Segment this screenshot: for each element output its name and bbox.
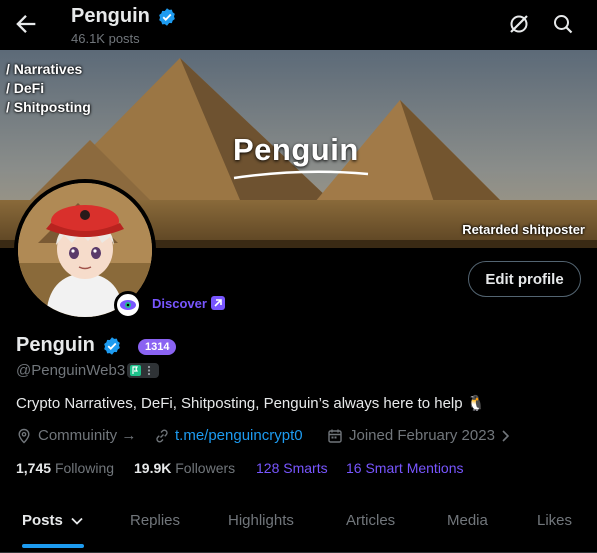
page-title: Penguin <box>71 5 150 27</box>
banner-tags: / Narratives / DeFi / Shitposting <box>6 60 91 117</box>
followers-label: Followers <box>175 460 236 476</box>
link-icon <box>156 429 168 443</box>
profile-join-date: Joined February 2023 <box>349 427 495 444</box>
profile-website-link[interactable]: t.me/penguincrypt0 <box>175 427 303 444</box>
active-tab-indicator <box>22 544 84 548</box>
followers-count: 19.9K <box>134 460 172 476</box>
tab-articles[interactable]: Articles <box>346 512 395 529</box>
tab-replies[interactable]: Replies <box>130 512 180 529</box>
handle-badge-chip[interactable] <box>127 363 159 378</box>
following-stat[interactable]: 1,745 Following <box>16 460 114 476</box>
followers-stat[interactable]: 19.9K Followers <box>134 460 235 476</box>
profile-location: Commuinity → <box>38 427 137 444</box>
profile-handle: @PenguinWeb3 <box>16 362 126 379</box>
tab-posts[interactable]: Posts <box>22 512 84 529</box>
smart-mentions-link[interactable]: 16 Smart Mentions <box>346 460 464 476</box>
tab-highlights[interactable]: Highlights <box>228 512 294 529</box>
header-title-row: Penguin <box>71 5 177 28</box>
discover-link[interactable]: Discover <box>152 296 207 311</box>
back-arrow-icon[interactable] <box>12 10 40 38</box>
external-link-icon[interactable] <box>211 296 225 310</box>
verified-badge-icon <box>104 336 121 355</box>
profile-name: Penguin <box>16 334 95 356</box>
eye-badge-icon[interactable] <box>114 291 142 319</box>
grok-icon[interactable] <box>507 12 531 36</box>
profile-tabs: Posts Replies Highlights Articles Media … <box>0 500 597 553</box>
calendar-icon <box>328 429 342 443</box>
banner-tag: / DeFi <box>6 80 45 96</box>
banner-title: Penguin <box>233 132 359 167</box>
following-label: Following <box>54 460 115 476</box>
score-badge[interactable]: 1314 <box>138 339 177 355</box>
top-bar: Penguin 46.1K posts <box>0 0 597 50</box>
verified-badge-icon <box>159 7 176 26</box>
banner-underline-swoosh <box>233 170 369 180</box>
search-icon[interactable] <box>551 12 575 36</box>
profile-bio: Crypto Narratives, DeFi, Shitposting, Pe… <box>16 395 486 412</box>
post-count: 46.1K posts <box>71 31 140 46</box>
tab-posts-label: Posts <box>22 512 63 529</box>
chevron-down-icon <box>71 517 83 525</box>
tab-media[interactable]: Media <box>447 512 488 529</box>
smarts-link[interactable]: 128 Smarts <box>256 460 328 476</box>
following-count: 1,745 <box>16 460 52 476</box>
edit-profile-button[interactable]: Edit profile <box>468 261 581 297</box>
tab-likes[interactable]: Likes <box>537 512 572 529</box>
location-pin-icon <box>18 428 30 444</box>
banner-tag: / Narratives <box>6 61 83 77</box>
banner-tag: / Shitposting <box>6 99 91 115</box>
banner-footer-text: Retarded shitposter <box>462 222 585 237</box>
chevron-right-icon[interactable] <box>500 429 512 443</box>
profile-name-row: Penguin <box>16 334 122 357</box>
